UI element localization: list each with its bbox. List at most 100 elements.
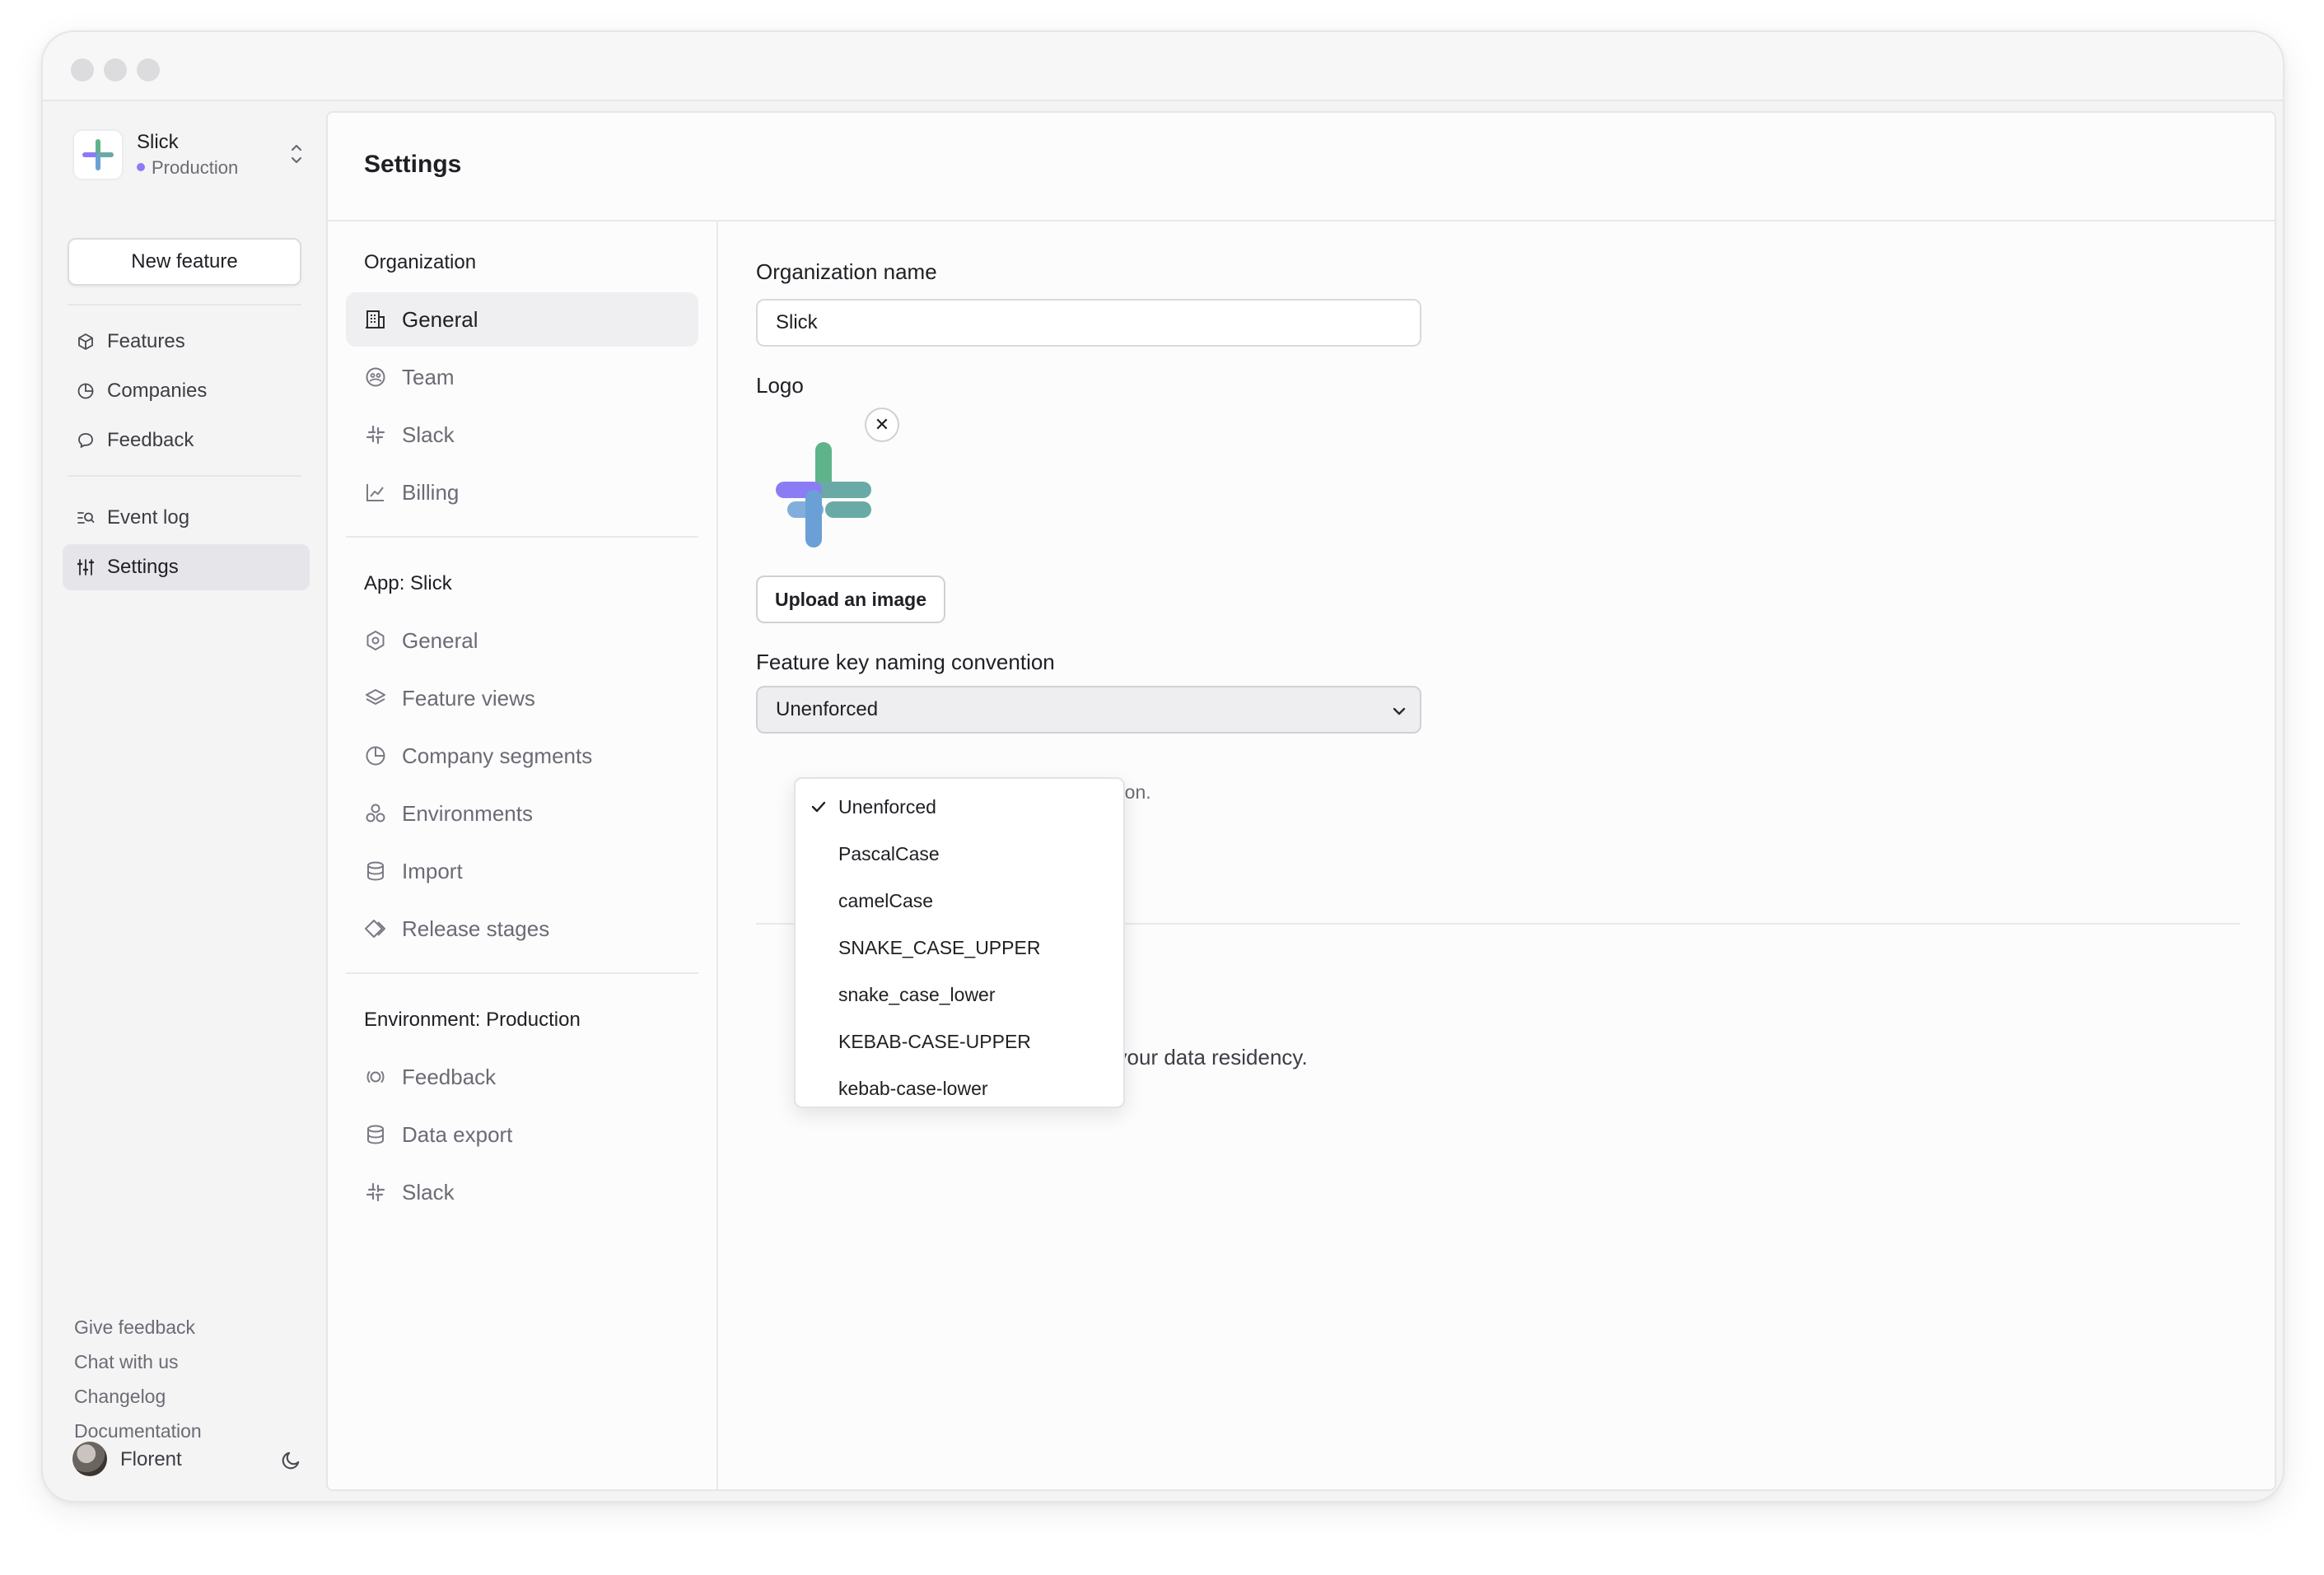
upload-image-button[interactable]: Upload an image <box>756 575 945 623</box>
page-title: Settings <box>364 151 462 178</box>
org-name-label: Organization name <box>756 259 937 284</box>
settings-nav-label: Data export <box>402 1121 513 1147</box>
settings-nav-environments[interactable]: Environments <box>346 786 698 841</box>
org-name: Slick <box>137 131 179 153</box>
settings-nav-env-feedback[interactable]: Feedback <box>346 1050 698 1104</box>
settings-nav-org-team[interactable]: Team <box>346 350 698 404</box>
window-close-dot[interactable] <box>71 58 94 82</box>
sidebar-divider <box>68 475 301 477</box>
section-heading: App: Slick <box>364 572 452 594</box>
layers-icon <box>364 687 387 710</box>
settings-nav-label: Team <box>402 364 455 389</box>
chevron-down-icon <box>1393 707 1406 715</box>
moon-icon[interactable] <box>280 1448 303 1471</box>
settings-nav-label: Import <box>402 858 463 883</box>
sidebar-divider <box>68 304 301 305</box>
option-pascalcase[interactable]: PascalCase <box>796 831 1123 878</box>
slack-icon <box>364 1181 387 1204</box>
option-unenforced[interactable]: Unenforced <box>796 784 1123 831</box>
diamond-icon <box>364 917 387 940</box>
sidebar-item-label: Features <box>107 330 185 352</box>
settings-nav-label: Slack <box>402 1179 455 1205</box>
settings-nav-org-billing[interactable]: Billing <box>346 465 698 520</box>
slack-icon <box>364 423 387 446</box>
sidebar-item-companies[interactable]: Companies <box>63 368 310 414</box>
settings-nav-divider <box>346 536 698 538</box>
new-feature-button[interactable]: New feature <box>68 238 301 286</box>
sidebar-item-label: Feedback <box>107 429 194 451</box>
sidebar-item-label: Event log <box>107 506 190 529</box>
check-icon <box>811 801 826 813</box>
settings-nav-label: Billing <box>402 479 460 505</box>
settings-nav-release-stages[interactable]: Release stages <box>346 902 698 956</box>
app-window: Slick Production New feature Features Co… <box>41 30 2284 1503</box>
settings-nav-label: Release stages <box>402 916 550 941</box>
option-camelcase[interactable]: camelCase <box>796 878 1123 925</box>
database-icon <box>364 1123 387 1146</box>
slick-logo-icon <box>776 442 871 548</box>
org-logo-preview <box>756 434 904 582</box>
section-heading: Environment: Production <box>364 1009 581 1031</box>
org-logo-icon <box>72 129 124 180</box>
sidebar-item-settings[interactable]: Settings <box>63 544 310 590</box>
sidebar-item-features[interactable]: Features <box>63 319 310 365</box>
log-search-icon <box>76 508 96 528</box>
settings-nav-org-slack[interactable]: Slack <box>346 408 698 462</box>
hexagon-icon <box>364 629 387 652</box>
user-menu[interactable]: Florent <box>72 1440 311 1478</box>
option-snake-case-lower[interactable]: snake_case_lower <box>796 972 1123 1018</box>
option-kebab-case-lower[interactable]: kebab-case-lower <box>796 1065 1123 1112</box>
naming-convention-select[interactable]: Unenforced <box>756 686 1421 734</box>
settings-nav-feature-views[interactable]: Feature views <box>346 671 698 725</box>
sidebar-item-feedback[interactable]: Feedback <box>63 417 310 464</box>
settings-nav-app-general[interactable]: General <box>346 613 698 668</box>
settings-nav-label: Feature views <box>402 685 535 711</box>
window-minimize-dot[interactable] <box>104 58 127 82</box>
settings-nav-env-slack[interactable]: Slack <box>346 1165 698 1219</box>
chart-line-icon <box>364 481 387 504</box>
avatar <box>72 1442 107 1476</box>
sidebar-item-label: Settings <box>107 556 179 578</box>
org-switcher[interactable]: Slick Production <box>72 129 311 182</box>
documentation-link[interactable]: Documentation <box>74 1420 202 1442</box>
team-icon <box>364 366 387 389</box>
sidebar: Slick Production New feature Features Co… <box>43 103 323 1501</box>
user-name: Florent <box>120 1448 182 1470</box>
title-bar <box>43 32 2283 101</box>
section-heading: Organization <box>364 251 477 273</box>
settings-nav-data-export[interactable]: Data export <box>346 1107 698 1162</box>
option-snake-case-upper[interactable]: SNAKE_CASE_UPPER <box>796 925 1123 972</box>
naming-convention-label: Feature key naming convention <box>756 650 1055 674</box>
settings-nav-label: Company segments <box>402 743 593 768</box>
settings-nav-import[interactable]: Import <box>346 844 698 898</box>
box-icon <box>76 332 96 352</box>
pie-chart-icon <box>76 381 96 401</box>
environment-dot-icon <box>137 163 145 172</box>
settings-nav-label: Feedback <box>402 1064 497 1089</box>
settings-nav-label: Slack <box>402 422 455 447</box>
window-maximize-dot[interactable] <box>137 58 160 82</box>
sidebar-item-event-log[interactable]: Event log <box>63 495 310 541</box>
settings-nav-org-general[interactable]: General <box>346 292 698 347</box>
settings-nav: Organization General Team Slack Billing … <box>328 221 718 1489</box>
chat-with-us-link[interactable]: Chat with us <box>74 1351 179 1373</box>
naming-convention-dropdown: Unenforced PascalCase camelCase SNAKE_CA… <box>794 777 1125 1108</box>
remove-logo-button[interactable]: ✕ <box>865 408 899 442</box>
changelog-link[interactable]: Changelog <box>74 1386 166 1408</box>
settings-nav-divider <box>346 972 698 974</box>
broadcast-icon <box>364 1065 387 1088</box>
settings-nav-label: General <box>402 627 478 653</box>
naming-convention-value: Unenforced <box>776 698 879 720</box>
pie-chart-icon <box>364 744 387 767</box>
chevron-up-down-icon <box>291 144 302 164</box>
settings-nav-company-segments[interactable]: Company segments <box>346 729 698 783</box>
option-kebab-case-upper[interactable]: KEBAB-CASE-UPPER <box>796 1018 1123 1065</box>
message-icon <box>76 431 96 450</box>
settings-nav-label: Environments <box>402 800 533 826</box>
org-environment: Production <box>137 157 238 179</box>
building-icon <box>364 308 387 331</box>
sidebar-item-label: Companies <box>107 380 208 402</box>
give-feedback-link[interactable]: Give feedback <box>74 1316 195 1339</box>
org-name-input[interactable]: Slick <box>756 299 1421 347</box>
sliders-icon <box>76 557 96 577</box>
